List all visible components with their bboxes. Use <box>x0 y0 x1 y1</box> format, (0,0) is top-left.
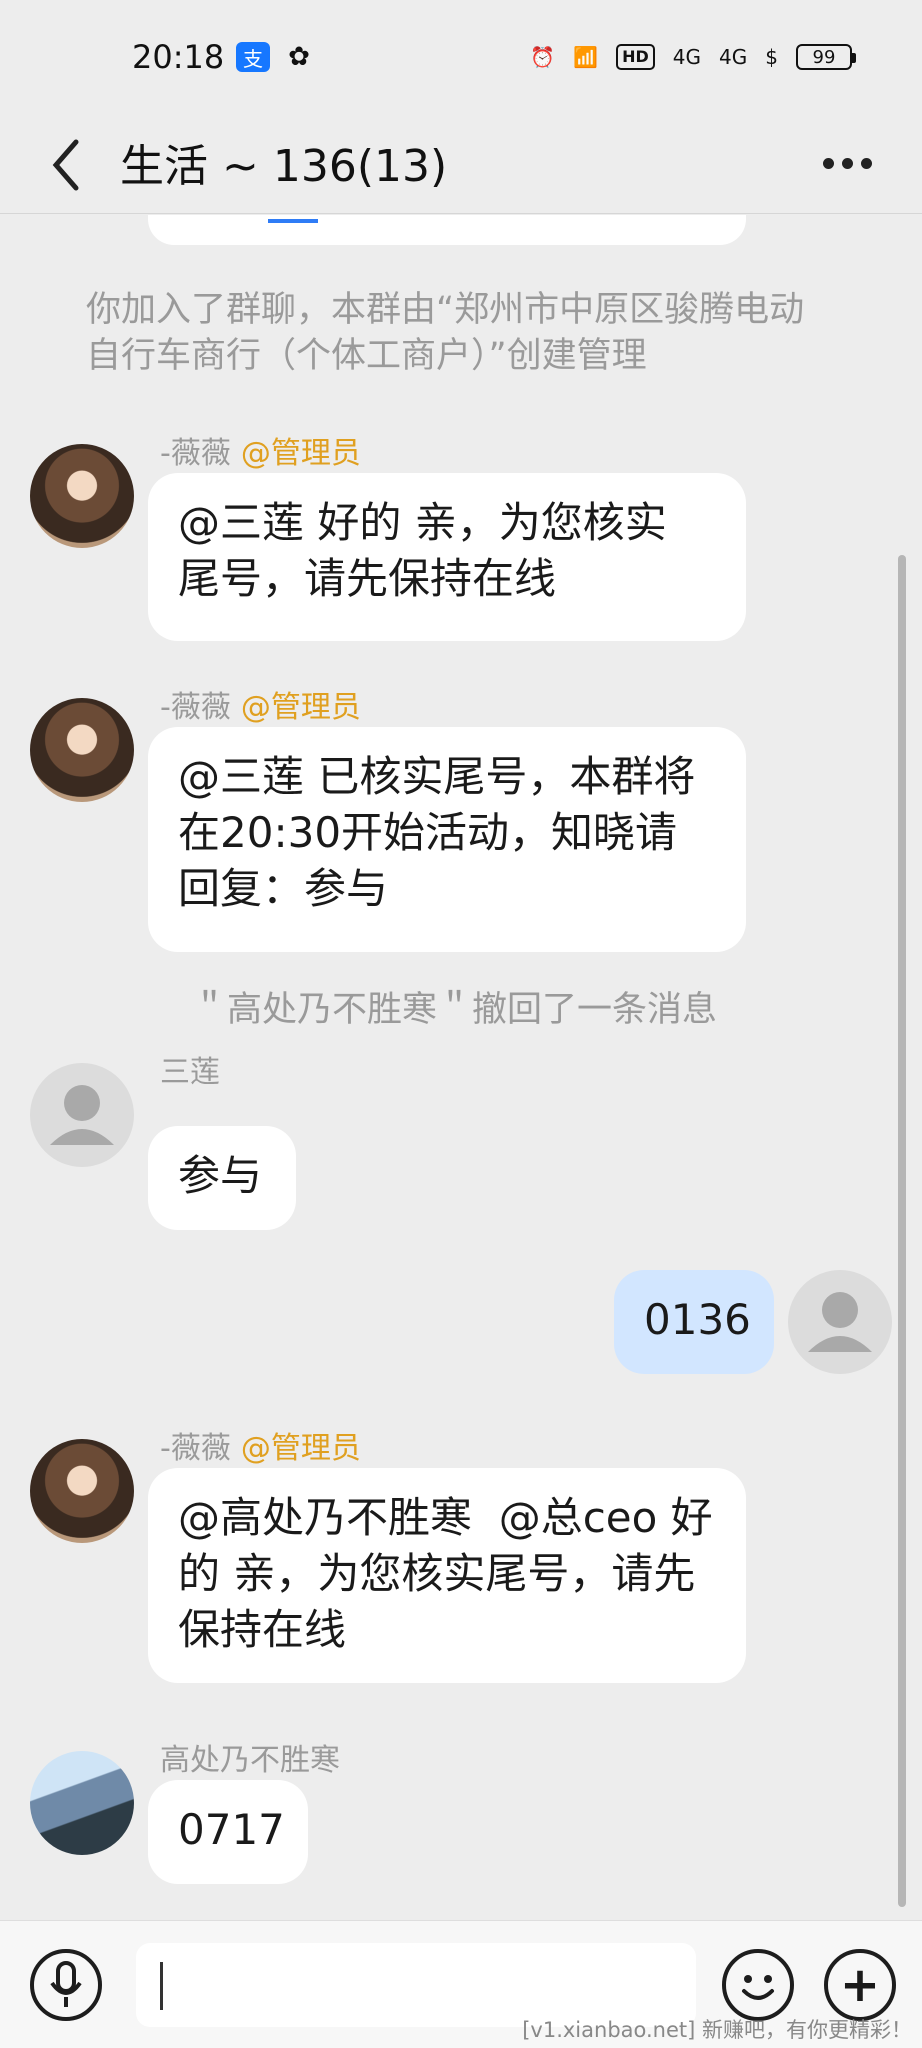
avatar[interactable] <box>30 444 134 548</box>
default-avatar-icon <box>50 1085 114 1145</box>
message-bubble[interactable]: @三莲 已核实尾号，本群将 在20:30开始活动，知晓请 回复：参与 <box>148 727 746 952</box>
text-cursor <box>160 1962 163 2010</box>
message-bubble[interactable]: @高处乃不胜寒 @总ceo 好 的 亲，为您核实尾号，请先 保持在线 <box>148 1468 746 1683</box>
system-notice: 你加入了群聊，本群由“郑州市中原区骏腾电动自行车商行（个体工商户）”创建管理 <box>86 290 805 376</box>
sender-name: -薇薇 @管理员 <box>160 1431 361 1466</box>
watermark: [v1.xianbao.net] 新赚吧，有你更精彩！ <box>522 2018 912 2042</box>
signal-icon: 4G <box>672 45 702 69</box>
wechat-icon: ✿ <box>288 42 310 72</box>
voice-button[interactable] <box>30 1949 102 2021</box>
avatar[interactable] <box>30 698 134 802</box>
signal-icon-2: 4G <box>719 45 748 69</box>
plus-icon: + <box>839 1957 881 2013</box>
avatar[interactable] <box>30 1063 134 1167</box>
recall-notice: ＂高处乃不胜寒＂撤回了一条消息 <box>192 990 718 1030</box>
status-bar: 20:18 支 ✿ ⏰ 📶 HD 4G 4G $ 99 <box>0 0 922 116</box>
message-bubble[interactable]: 参与 <box>148 1126 296 1230</box>
hd-icon: HD <box>616 44 655 70</box>
emoji-icon <box>742 1975 774 2000</box>
sender-name: 三莲 <box>160 1055 220 1090</box>
message-bubble[interactable]: 0717 <box>148 1780 308 1884</box>
shield-icon: $ <box>765 45 778 69</box>
sender-name: 高处乃不胜寒 <box>160 1743 340 1778</box>
microphone-icon <box>50 1961 82 2007</box>
message-bubble-partial <box>148 215 746 245</box>
link-underline <box>268 215 318 223</box>
more-dot-icon <box>841 157 853 169</box>
my-message-bubble[interactable]: 0136 <box>614 1270 774 1374</box>
sender-name: -薇薇 @管理员 <box>160 436 361 471</box>
avatar[interactable] <box>30 1439 134 1543</box>
more-dot-icon <box>822 157 834 169</box>
default-avatar-icon <box>808 1292 872 1352</box>
chat-header: 生活 ~ 136(13) <box>0 116 922 214</box>
scrollbar[interactable] <box>898 555 906 1907</box>
battery-icon: 99 <box>796 44 856 70</box>
message-list[interactable]: 你加入了群聊，本群由“郑州市中原区骏腾电动自行车商行（个体工商户）”创建管理 -… <box>0 215 922 1920</box>
plus-button[interactable]: + <box>824 1949 896 2021</box>
more-button[interactable] <box>812 138 882 188</box>
my-avatar[interactable] <box>788 1270 892 1374</box>
wifi-icon: 📶 <box>573 45 599 69</box>
back-button[interactable] <box>42 132 92 198</box>
chevron-left-icon <box>52 139 79 191</box>
emoji-button[interactable] <box>722 1949 794 2021</box>
sender-name: -薇薇 @管理员 <box>160 690 361 725</box>
status-time: 20:18 <box>132 38 225 76</box>
avatar[interactable] <box>30 1751 134 1855</box>
alipay-icon: 支 <box>236 42 270 72</box>
page-title: 生活 ~ 136(13) <box>120 141 448 192</box>
alarm-icon: ⏰ <box>530 45 556 69</box>
more-dot-icon <box>860 157 872 169</box>
message-bubble[interactable]: @三莲 好的 亲，为您核实 尾号，请先保持在线 <box>148 473 746 641</box>
status-icons: ⏰ 📶 HD 4G 4G $ 99 <box>530 40 856 74</box>
